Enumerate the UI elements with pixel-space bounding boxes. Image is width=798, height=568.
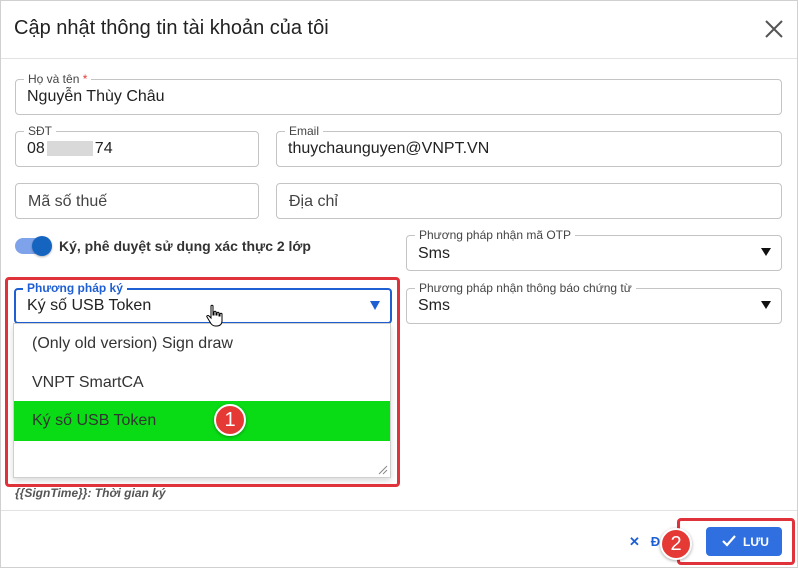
email-value: thuychaunguyen@VNPT.VN — [288, 140, 490, 157]
account-update-dialog: Cập nhật thông tin tài khoản của tôi Họ … — [0, 0, 798, 568]
fullname-label: Họ và tên * — [24, 72, 92, 86]
notify-method-select[interactable]: Phương pháp nhận thông báo chứng từ Sms — [406, 282, 782, 324]
two-factor-label: Ký, phê duyệt sử dụng xác thực 2 lớp — [59, 238, 311, 254]
fullname-field[interactable]: Họ và tên * Nguyễn Thùy Châu — [15, 73, 782, 115]
otp-method-select[interactable]: Phương pháp nhận mã OTP Sms — [406, 229, 782, 271]
cancel-button[interactable]: ✕ Đ — [629, 534, 660, 550]
tax-code-field[interactable]: Mã số thuế — [15, 183, 259, 219]
required-mark: * — [82, 72, 88, 86]
close-icon[interactable] — [763, 18, 785, 40]
otp-method-value: Sms — [418, 245, 450, 262]
phone-value: 08 74 — [27, 140, 113, 157]
phone-field[interactable]: SĐT 08 74 — [15, 125, 259, 167]
sign-time-hint: {{SignTime}}: Thời gian ký — [15, 486, 166, 500]
step-badge-1: 1 — [214, 404, 246, 436]
step-badge-2: 2 — [660, 528, 692, 560]
dialog-title: Cập nhật thông tin tài khoản của tôi — [14, 17, 329, 39]
phone-label: SĐT — [24, 125, 56, 137]
footer-divider — [1, 510, 797, 511]
tax-code-placeholder: Mã số thuế — [28, 193, 108, 210]
highlight-box-step1 — [5, 277, 400, 487]
close-icon: ✕ — [629, 534, 640, 549]
chevron-down-icon — [761, 248, 771, 256]
email-field[interactable]: Email thuychaunguyen@VNPT.VN — [276, 125, 782, 167]
notify-method-value: Sms — [418, 297, 450, 314]
notify-method-label: Phương pháp nhận thông báo chứng từ — [415, 282, 636, 294]
fullname-value: Nguyễn Thùy Châu — [27, 88, 165, 105]
chevron-down-icon — [761, 301, 771, 309]
address-placeholder: Địa chỉ — [289, 193, 338, 210]
cancel-label: Đ — [650, 534, 661, 549]
redacted-digits — [46, 141, 93, 157]
toggle-knob — [32, 236, 52, 256]
dialog-header: Cập nhật thông tin tài khoản của tôi — [1, 1, 797, 59]
email-label: Email — [285, 125, 324, 137]
address-field[interactable]: Địa chỉ — [276, 183, 782, 219]
two-factor-toggle[interactable] — [15, 236, 52, 256]
otp-method-label: Phương pháp nhận mã OTP — [415, 229, 575, 241]
highlight-box-step2 — [677, 518, 795, 565]
